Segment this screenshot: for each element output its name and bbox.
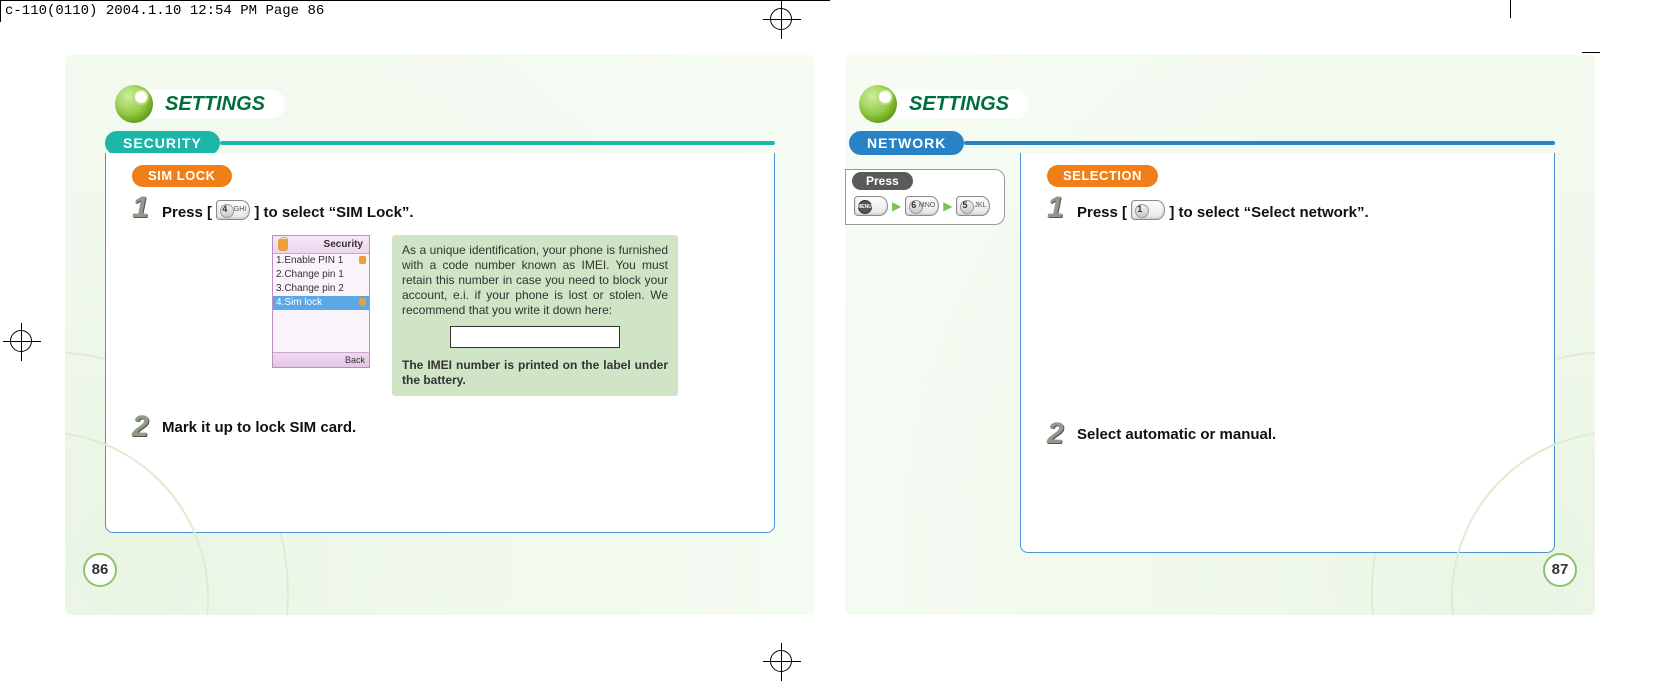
key-num: 4 — [222, 204, 227, 214]
security-pill: SECURITY — [105, 131, 220, 155]
step-1-text: Press [ 1 ] to select “Select network”. — [1077, 200, 1369, 221]
security-line — [220, 141, 775, 145]
phone-spacer — [273, 310, 369, 352]
press-label: Press — [852, 172, 913, 190]
imei-blank-field — [450, 326, 620, 348]
registration-mark — [770, 8, 792, 30]
settings-title: SETTINGS — [879, 89, 1029, 119]
key-1-icon: 1 — [1131, 200, 1165, 220]
press-keys: MENU ▶ 6 MNO ▶ 5 JKL — [854, 196, 996, 216]
network-section-bar: NETWORK — [849, 131, 1555, 155]
network-pill: NETWORK — [849, 131, 964, 155]
key-letters: GHI — [234, 206, 246, 213]
press-before: Press [ — [1077, 204, 1127, 221]
phone-softkey: Back — [273, 352, 369, 367]
imei-bold-note: The IMEI number is printed on the label … — [402, 358, 668, 388]
crop-tick — [1510, 0, 1511, 18]
key-num: 5 — [962, 200, 967, 210]
sim-lock-pill: SIM LOCK — [132, 165, 232, 187]
key-num: 1 — [1137, 204, 1142, 214]
key-letters: JKL — [974, 202, 986, 209]
step-2-text: Select automatic or manual. — [1077, 426, 1276, 443]
settings-orb-icon — [115, 85, 153, 123]
page-87: SETTINGS NETWORK Press MENU ▶ 6 MNO ▶ 5 … — [845, 55, 1595, 615]
phone-item-4-selected: 4.Sim lock — [273, 296, 369, 310]
key-letters: MNO — [919, 202, 935, 209]
page-number-86: 86 — [83, 553, 117, 587]
sim-lock-illustration: Security 1.Enable PIN 1 2.Change pin 1 3… — [272, 235, 748, 396]
step-1-text: Press [ 4 GHI ] to select “SIM Lock”. — [162, 200, 414, 221]
phone-item-1: 1.Enable PIN 1 — [273, 254, 369, 268]
key-menu-icon: MENU — [854, 196, 888, 216]
press-before: Press [ — [162, 204, 212, 221]
key-label: MENU — [857, 204, 872, 210]
step-number: 1 — [1047, 195, 1071, 221]
step-2-text: Mark it up to lock SIM card. — [162, 419, 356, 436]
crop-tick — [1582, 52, 1600, 53]
phone-menu-list: 1.Enable PIN 1 2.Change pin 1 3.Change p… — [273, 254, 369, 310]
settings-title: SETTINGS — [135, 89, 285, 119]
page-86: SETTINGS SECURITY SIM LOCK 1 Press [ 4 G… — [65, 55, 815, 615]
phone-item-2: 2.Change pin 1 — [273, 268, 369, 282]
press-after: ] to select “Select network”. — [1169, 204, 1368, 221]
press-after: ] to select “SIM Lock”. — [254, 204, 413, 221]
network-card: SELECTION 1 Press [ 1 ] to select “Selec… — [1020, 153, 1555, 553]
key-6-icon: 6 MNO — [905, 196, 939, 216]
press-sequence-box: Press MENU ▶ 6 MNO ▶ 5 JKL — [845, 169, 1005, 225]
page-number-87: 87 — [1543, 553, 1577, 587]
settings-orb-icon — [859, 85, 897, 123]
arrow-icon: ▶ — [943, 199, 952, 213]
step-1: 1 Press [ 4 GHI ] to select “SIM Lock”. — [132, 195, 748, 221]
security-section-bar: SECURITY — [105, 131, 775, 155]
settings-header: SETTINGS — [115, 83, 815, 125]
phone-screenshot: Security 1.Enable PIN 1 2.Change pin 1 3… — [272, 235, 370, 368]
step-number: 2 — [132, 414, 156, 440]
arrow-icon: ▶ — [892, 199, 901, 213]
security-card: SIM LOCK 1 Press [ 4 GHI ] to select “SI… — [105, 153, 775, 533]
imei-info-box: As a unique identification, your phone i… — [392, 235, 678, 396]
network-line — [964, 141, 1555, 145]
step-2: 2 Mark it up to lock SIM card. — [132, 414, 748, 440]
print-header: c-110(0110) 2004.1.10 12:54 PM Page 86 — [0, 0, 830, 22]
step-1: 1 Press [ 1 ] to select “Select network”… — [1047, 195, 1528, 221]
selection-pill: SELECTION — [1047, 165, 1158, 187]
step-number: 1 — [132, 195, 156, 221]
step-number: 2 — [1047, 421, 1071, 447]
imei-paragraph: As a unique identification, your phone i… — [402, 243, 668, 318]
key-num: 6 — [911, 200, 916, 210]
phone-item-3: 3.Change pin 2 — [273, 282, 369, 296]
key-4-icon: 4 GHI — [216, 200, 250, 220]
phone-titlebar: Security — [273, 236, 369, 254]
key-5-icon: 5 JKL — [956, 196, 990, 216]
step-2: 2 Select automatic or manual. — [1047, 421, 1528, 447]
settings-header: SETTINGS — [859, 83, 1595, 125]
registration-mark — [770, 650, 792, 672]
registration-mark — [10, 330, 32, 352]
